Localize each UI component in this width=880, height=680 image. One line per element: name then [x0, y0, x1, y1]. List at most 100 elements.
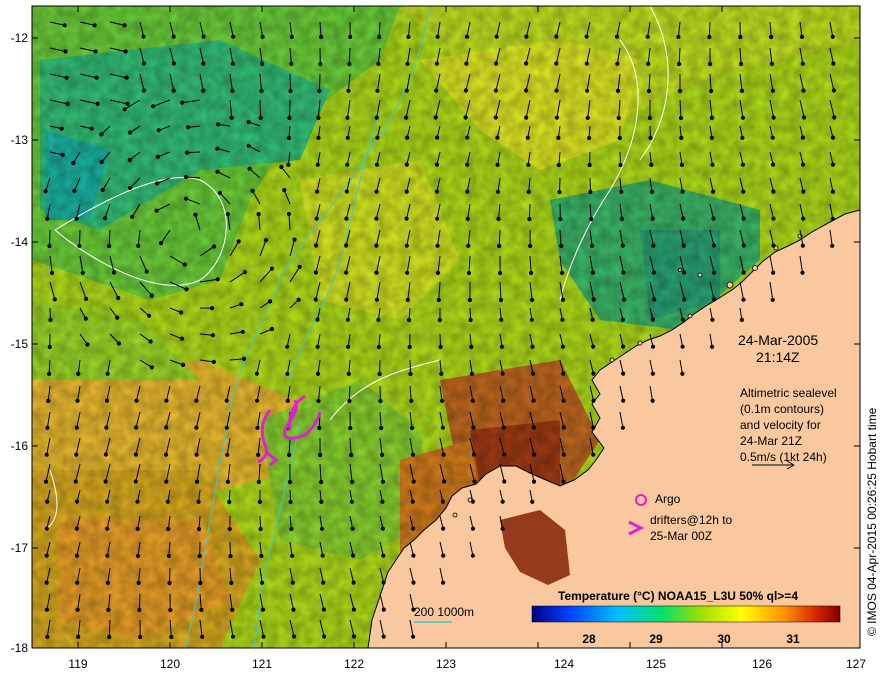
velocity-arrow-head — [554, 115, 560, 120]
velocity-arrow-head — [531, 398, 536, 403]
velocity-arrow-head — [680, 371, 685, 376]
velocity-arrow-head — [434, 162, 439, 167]
lat-tick: -17 — [11, 541, 29, 555]
velocity-arrow-head — [554, 88, 559, 93]
velocity-arrow-head — [344, 243, 349, 248]
velocity-arrow-head — [470, 553, 475, 558]
velocity-arrow-head — [141, 34, 146, 39]
velocity-arrow-head — [63, 49, 68, 54]
velocity-arrow-head — [465, 135, 470, 140]
velocity-arrow-head — [376, 61, 381, 67]
velocity-arrow-head — [591, 425, 596, 430]
velocity-arrow-head — [290, 553, 295, 558]
velocity-arrow-head — [314, 216, 319, 221]
velocity-arrow-head — [216, 122, 221, 127]
velocity-arrow-head — [622, 297, 627, 302]
velocity-arrow-head — [290, 580, 295, 585]
velocity-arrow-head — [374, 297, 379, 302]
velocity-arrow-head — [48, 317, 53, 323]
velocity-arrow-head — [740, 162, 746, 167]
lon-tick: 122 — [344, 657, 364, 671]
velocity-arrow-head — [621, 270, 626, 275]
velocity-arrow-head — [94, 75, 99, 80]
velocity-arrow-head — [381, 553, 386, 558]
velocity-arrow-head — [830, 216, 835, 221]
velocity-arrow-head — [73, 479, 78, 484]
velocity-arrow-head — [411, 553, 416, 558]
velocity-arrow-head — [74, 553, 80, 558]
velocity-arrow-head — [229, 115, 234, 121]
velocity-arrow-head — [100, 187, 105, 193]
velocity-arrow — [348, 47, 351, 65]
velocity-arrow-head — [434, 61, 439, 66]
velocity-arrow-head — [651, 243, 656, 248]
velocity-arrow-head — [85, 342, 90, 347]
velocity-arrow-head — [171, 88, 176, 93]
velocity-arrow-head — [739, 61, 744, 67]
velocity-arrow-head — [410, 452, 416, 457]
velocity-arrow-head — [288, 88, 293, 94]
velocity-arrow-head — [404, 243, 409, 248]
velocity-arrow-head — [584, 34, 589, 39]
velocity-arrow-head — [351, 553, 356, 558]
velocity-arrow-head — [286, 211, 292, 217]
velocity-arrow-head — [164, 479, 169, 484]
velocity-arrow-head — [44, 526, 49, 531]
velocity-arrow-head — [259, 88, 264, 94]
velocity-arrow-head — [260, 607, 265, 612]
velocity-arrow-head — [198, 580, 203, 586]
velocity-arrow-head — [379, 425, 384, 431]
velocity-arrow-head — [154, 208, 159, 213]
velocity-arrow-head — [411, 526, 416, 531]
velocity-arrow-head — [211, 359, 216, 364]
velocity-arrow-head — [141, 61, 146, 66]
velocity-arrow-head — [315, 344, 320, 349]
velocity-arrow — [259, 99, 262, 119]
velocity-arrow-head — [561, 425, 566, 430]
velocity-arrow-head — [650, 317, 656, 322]
velocity-arrow-head — [134, 425, 139, 430]
velocity-arrow-head — [209, 306, 215, 311]
velocity-arrow-head — [531, 425, 537, 430]
velocity-arrow-head — [76, 371, 81, 376]
velocity-arrow-head — [376, 344, 381, 350]
argo-label: Argo — [655, 492, 681, 506]
velocity-arrow-head — [830, 135, 836, 140]
velocity-arrow-head — [649, 189, 655, 194]
velocity-arrow-head — [151, 104, 156, 109]
velocity-arrow-head — [560, 317, 565, 322]
velocity-arrow — [559, 177, 561, 193]
velocity-arrow-head — [442, 479, 447, 484]
velocity-arrow-head — [225, 452, 230, 457]
velocity-arrow-head — [93, 49, 98, 54]
velocity-arrow-head — [282, 188, 287, 193]
velocity-arrow-head — [181, 362, 186, 367]
velocity-arrow-head — [314, 243, 319, 248]
velocity-arrow-head — [180, 100, 185, 105]
velocity-arrow-head — [830, 189, 836, 194]
velocity-arrow-head — [315, 371, 321, 376]
velocity-arrow-head — [619, 189, 624, 194]
velocity-arrow-head — [123, 49, 128, 54]
velocity-arrow-head — [531, 479, 537, 484]
velocity-arrow-head — [104, 425, 109, 430]
velocity-arrow-head — [501, 425, 506, 430]
velocity-arrow-head — [135, 499, 140, 504]
velocity-arrow-head — [297, 264, 302, 269]
lon-tick: 119 — [68, 657, 87, 671]
velocity-arrow-head — [289, 61, 294, 67]
velocity-arrow-head — [591, 452, 596, 457]
velocity-arrow-head — [64, 75, 69, 80]
velocity-arrow-head — [741, 243, 746, 248]
velocity-arrow-head — [105, 553, 110, 558]
velocity-arrow-head — [676, 34, 681, 40]
velocity-arrow-head — [374, 243, 379, 248]
velocity-arrow-head — [285, 344, 290, 349]
velocity-arrow-head — [464, 61, 469, 66]
velocity-arrow-head — [240, 329, 245, 334]
velocity-arrow-head — [590, 270, 596, 275]
velocity-arrow-head — [620, 243, 625, 248]
velocity-arrow-head — [472, 479, 477, 484]
velocity-arrow-head — [466, 243, 471, 248]
velocity-arrow-head — [801, 189, 806, 194]
